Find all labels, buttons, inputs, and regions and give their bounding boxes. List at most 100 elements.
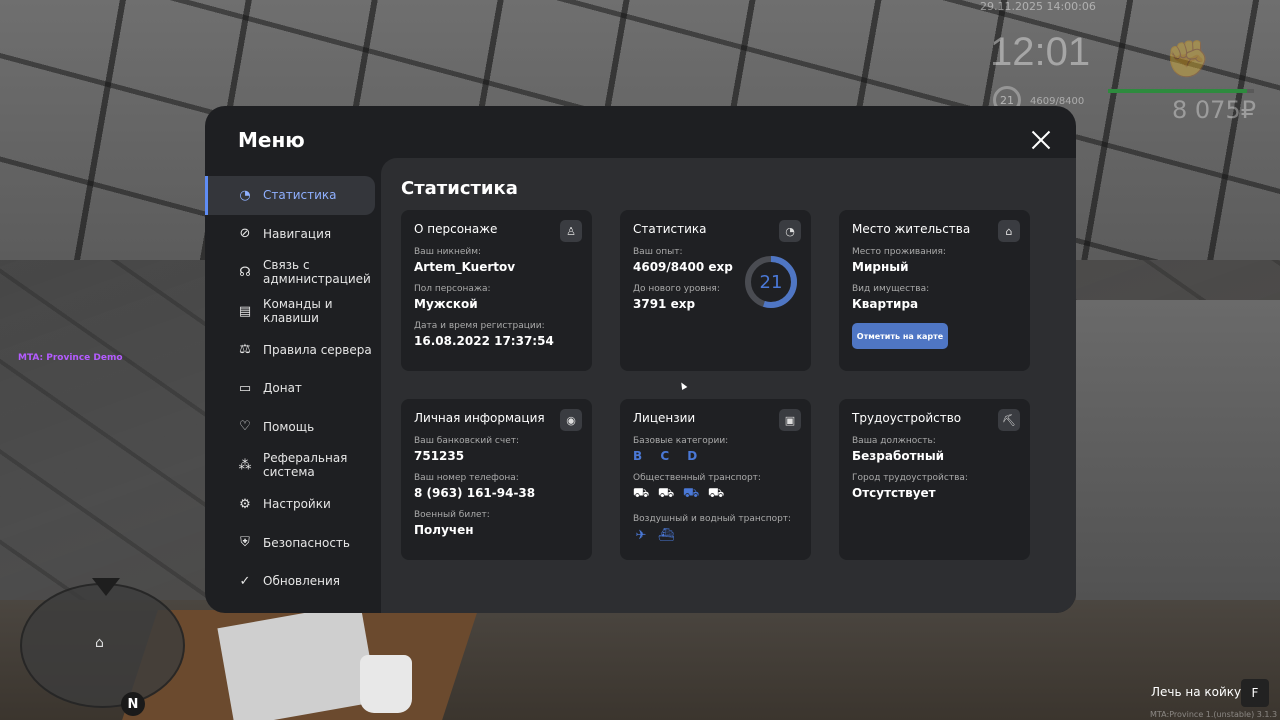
card-title: Статистика [633, 222, 707, 236]
metro-icon: ⛟ [707, 485, 725, 501]
air-water-transport-icons: ✈ ⛴ [633, 527, 798, 543]
page-title: Статистика [401, 178, 518, 199]
sidebar: ◔ Статистика ⊘ Навигация ☊ Связь с админ… [205, 176, 375, 601]
sidebar-item-label: Безопасность [263, 535, 350, 550]
sidebar-item-updates[interactable]: ✓ Обновления [205, 562, 375, 601]
sidebar-item-label: Настройки [263, 497, 331, 512]
compass-north-icon: N [121, 692, 145, 716]
compass-icon: ⊘ [239, 226, 251, 242]
base-categories-value: B C D [633, 449, 705, 463]
network-icon: ⁂ [238, 457, 252, 473]
bank-label: Ваш банковский счет: [414, 436, 520, 446]
gender-value: Мужской [414, 297, 478, 311]
plane-icon: ✈ [635, 527, 647, 543]
hud-money: 8 075₽ [1172, 96, 1256, 124]
gear-icon: ⚙ [239, 496, 251, 512]
level-number: 21 [759, 271, 783, 293]
bank-value: 751235 [414, 449, 465, 463]
hud-datetime: 29.11.2025 14:00:06 [980, 0, 1096, 13]
public-transport-label: Общественный транспорт: [633, 473, 761, 483]
handshake-icon: ♡ [239, 419, 251, 435]
id-card-icon: ▣ [779, 409, 801, 431]
tram-icon: ⛟ [682, 485, 700, 501]
sidebar-item-referral[interactable]: ⁂ Реферальная система [205, 446, 375, 485]
public-transport-icons: ⛟ ⛟ ⛟ ⛟ [633, 486, 798, 502]
statistics-card: Статистика ◔ Ваш опыт: 4609/8400 exp До … [620, 210, 811, 371]
sidebar-item-admin-contact[interactable]: ☊ Связь с администрацией [205, 253, 375, 292]
mark-on-map-button[interactable]: Отметить на карте [852, 323, 948, 349]
minimap-marker-icon [92, 578, 120, 596]
user-icon: ♙ [560, 220, 582, 242]
property-label: Вид имущества: [852, 284, 930, 294]
sidebar-item-label: Донат [263, 381, 302, 396]
phone-label: Ваш номер телефона: [414, 473, 519, 483]
gender-label: Пол персонажа: [414, 284, 491, 294]
sidebar-item-label: Навигация [263, 226, 332, 241]
pie-chart-icon: ◔ [779, 220, 801, 242]
footer-version: MTA:Province 1.(unstable) 3.1.3 [1150, 710, 1278, 719]
employment-card: Трудоустройство ⛏ Ваша должность: Безраб… [839, 399, 1030, 560]
sidebar-item-label: Команды и клавиши [263, 297, 333, 326]
action-key[interactable]: F [1241, 679, 1269, 707]
place-value: Мирный [852, 260, 909, 274]
residence-card: Место жительства ⌂ Место проживания: Мир… [839, 210, 1030, 371]
sidebar-item-label: Реферальная система [263, 451, 348, 480]
card-title: Личная информация [414, 411, 545, 425]
sidebar-item-help[interactable]: ♡ Помощь [205, 408, 375, 447]
level-ring: 21 [743, 254, 799, 310]
server-name: MTA: Province Demo [18, 353, 123, 363]
air-water-transport-label: Воздушный и водный транспорт: [633, 514, 792, 524]
phone-value: 8 (963) 161-94-38 [414, 486, 536, 500]
sidebar-item-label: Помощь [263, 419, 315, 434]
nickname-label: Ваш никнейм: [414, 247, 482, 257]
military-value: Получен [414, 523, 474, 537]
boat-icon: ⛴ [657, 527, 675, 543]
registration-label: Дата и время регистрации: [414, 321, 545, 331]
place-label: Место проживания: [852, 247, 946, 257]
nickname-value: Artem_Kuertov [414, 260, 516, 274]
shield-icon: ⛨ [240, 535, 250, 551]
sidebar-item-label: Связь с администрацией [263, 258, 371, 287]
stats-panel: Статистика О персонаже ♙ Ваш никнейм: Ar… [381, 158, 1076, 613]
base-categories-label: Базовые категории: [633, 436, 729, 446]
sidebar-item-statistics[interactable]: ◔ Статистика [205, 176, 375, 215]
hud-clock: 12:01 [990, 30, 1091, 74]
character-card: О персонаже ♙ Ваш никнейм: Artem_Kuertov… [401, 210, 592, 371]
card-title: Место жительства [852, 222, 971, 236]
licenses-card: Лицензии ▣ Базовые категории: B C D Обще… [620, 399, 811, 560]
hud-health-bar [1108, 89, 1254, 93]
headset-icon: ☊ [239, 264, 251, 280]
sidebar-item-settings[interactable]: ⚙ Настройки [205, 485, 375, 524]
city-label: Город трудоустройства: [852, 473, 968, 483]
sidebar-item-rules[interactable]: ⚖ Правила сервера [205, 330, 375, 369]
city-value: Отсутствует [852, 486, 936, 500]
sidebar-item-navigation[interactable]: ⊘ Навигация [205, 215, 375, 254]
sidebar-item-donate[interactable]: ▭ Донат [205, 369, 375, 408]
scales-icon: ⚖ [239, 342, 251, 358]
home-icon: ⌂ [998, 220, 1020, 242]
close-icon[interactable] [1029, 128, 1053, 152]
house-icon: ⌂ [95, 635, 104, 651]
hud-health-fill [1108, 89, 1247, 93]
military-label: Военный билет: [414, 510, 490, 520]
pickaxe-icon: ⛏ [998, 409, 1020, 431]
game-scene-cup [360, 655, 412, 713]
menu-window: Меню ◔ Статистика ⊘ Навигация ☊ Связь с … [205, 106, 1076, 613]
personal-info-card: Личная информация ◉ Ваш банковский счет:… [401, 399, 592, 560]
document-icon: ▤ [238, 303, 252, 319]
menu-title: Меню [238, 128, 305, 152]
user-circle-icon: ◉ [560, 409, 582, 431]
sidebar-item-label: Правила сервера [263, 342, 372, 357]
card-title: О персонаже [414, 222, 498, 236]
card-title: Лицензии [633, 411, 696, 425]
pie-chart-icon: ◔ [239, 187, 251, 203]
sidebar-item-commands[interactable]: ▤ Команды и клавиши [205, 292, 375, 331]
property-value: Квартира [852, 297, 919, 311]
sidebar-item-security[interactable]: ⛨ Безопасность [205, 523, 375, 562]
sidebar-item-label: Обновления [263, 574, 341, 589]
game-scene-wall [1076, 300, 1280, 600]
trolleybus-icon: ⛟ [657, 485, 675, 501]
refresh-check-icon: ✓ [239, 573, 251, 589]
action-hint: Лечь на койку [1151, 685, 1242, 699]
registration-value: 16.08.2022 17:37:54 [414, 334, 554, 348]
